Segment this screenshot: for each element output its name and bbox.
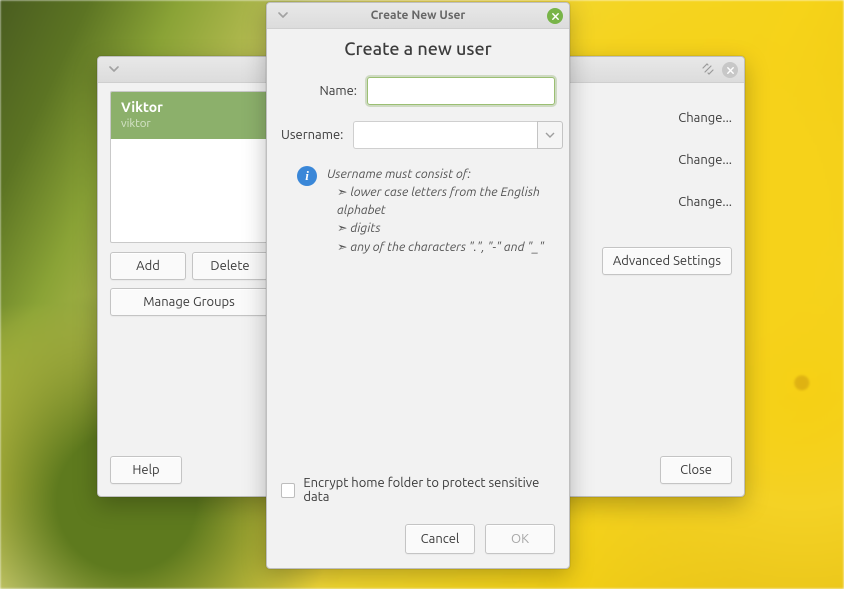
ok-button[interactable]: OK — [485, 524, 555, 554]
help-button[interactable]: Help — [110, 456, 182, 484]
user-login-name: viktor — [121, 117, 257, 131]
user-list[interactable]: Viktor viktor — [110, 91, 268, 243]
close-button[interactable]: Close — [660, 456, 732, 484]
close-icon[interactable] — [722, 62, 738, 78]
create-user-dialog: Create New User Create a new user Name: … — [266, 2, 570, 569]
user-list-item[interactable]: Viktor viktor — [111, 92, 267, 139]
change-link[interactable]: Change... — [678, 111, 732, 125]
restore-icon[interactable] — [702, 63, 716, 77]
close-icon[interactable] — [547, 8, 563, 24]
change-link[interactable]: Change... — [678, 195, 732, 209]
dialog-heading: Create a new user — [281, 39, 555, 59]
window-menu-icon[interactable] — [106, 62, 122, 76]
manage-groups-button[interactable]: Manage Groups — [110, 288, 268, 316]
create-dialog-titlebar[interactable]: Create New User — [267, 3, 569, 29]
info-icon: i — [297, 166, 317, 186]
name-input[interactable] — [367, 77, 555, 105]
username-input[interactable] — [353, 121, 537, 149]
cancel-button[interactable]: Cancel — [405, 524, 475, 554]
username-dropdown-button[interactable] — [537, 121, 563, 149]
create-dialog-title: Create New User — [371, 9, 466, 22]
add-user-button[interactable]: Add — [110, 252, 186, 280]
encrypt-home-label: Encrypt home folder to protect sensitive… — [303, 476, 555, 504]
user-display-name: Viktor — [121, 99, 257, 117]
username-label: Username: — [281, 128, 343, 142]
name-label: Name: — [281, 84, 357, 98]
delete-user-button[interactable]: Delete — [192, 252, 268, 280]
change-link[interactable]: Change... — [678, 153, 732, 167]
window-menu-icon[interactable] — [275, 8, 291, 22]
encrypt-home-checkbox[interactable] — [281, 483, 295, 498]
username-rules-text: Username must consist of: ➣ lower case l… — [327, 165, 555, 256]
advanced-settings-button[interactable]: Advanced Settings — [602, 247, 732, 275]
